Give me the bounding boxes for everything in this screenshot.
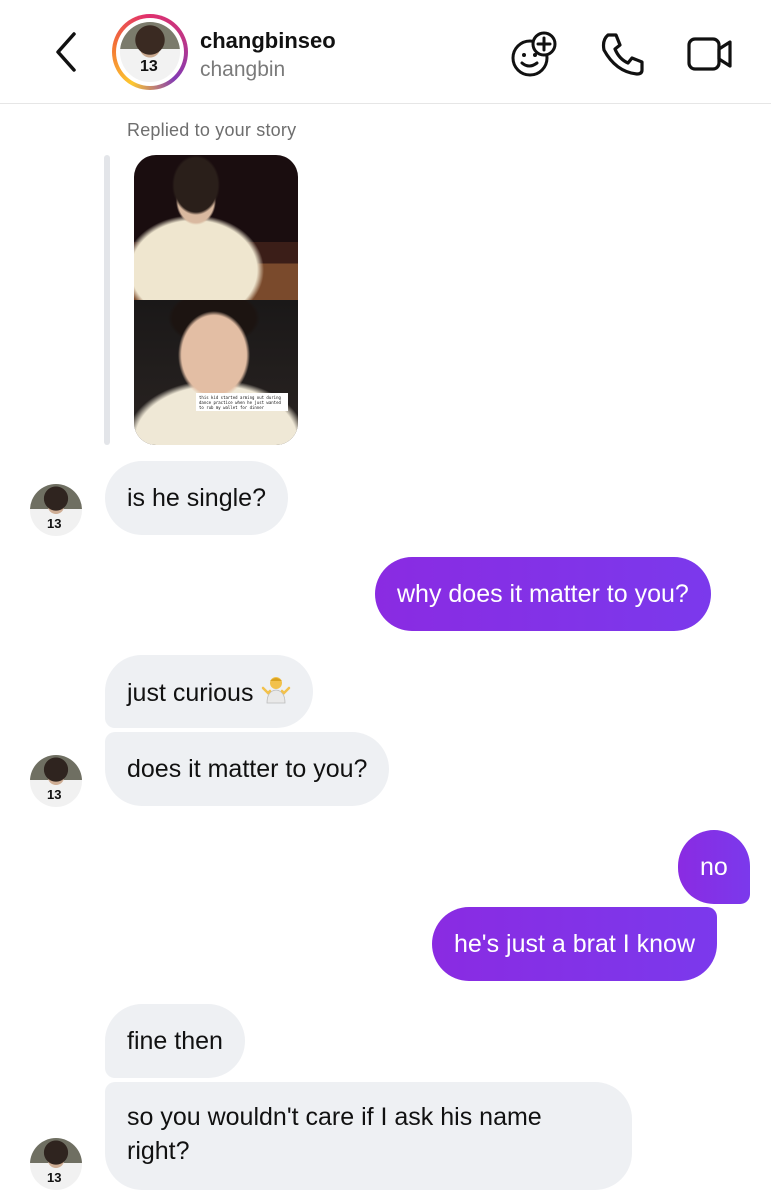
profile-avatar[interactable] bbox=[112, 14, 188, 90]
person-shrugging-emoji-icon bbox=[261, 675, 291, 705]
message-text-line: right? bbox=[127, 1137, 190, 1165]
audio-call-button[interactable] bbox=[596, 28, 648, 80]
message-text: why does it matter to you? bbox=[397, 580, 689, 608]
story-caption-text: this kid started arming out during dance… bbox=[196, 393, 288, 411]
chat-header: changbinseo changbin bbox=[0, 0, 771, 104]
message-text: is he single? bbox=[127, 484, 266, 512]
message-text: does it matter to you? bbox=[127, 755, 368, 783]
contact-display-name[interactable]: changbinseo bbox=[200, 28, 336, 54]
back-button[interactable] bbox=[48, 30, 88, 74]
contact-username[interactable]: changbin bbox=[200, 58, 285, 82]
sender-avatar[interactable] bbox=[30, 484, 82, 536]
story-photo-bottom bbox=[134, 300, 298, 445]
reply-quote-bar bbox=[104, 155, 110, 445]
message-bubble-incoming[interactable]: fine then bbox=[105, 1004, 245, 1078]
avatar-ring-gap bbox=[116, 18, 184, 86]
message-bubble-outgoing[interactable]: no bbox=[678, 830, 750, 904]
story-reply-label: Replied to your story bbox=[127, 120, 297, 140]
message-text: he's just a brat I know bbox=[454, 930, 696, 958]
story-thumbnail[interactable]: this kid started arming out during dance… bbox=[134, 155, 298, 445]
message-text: just curious bbox=[127, 679, 254, 707]
message-bubble-outgoing[interactable]: why does it matter to you? bbox=[375, 557, 711, 631]
video-camera-icon bbox=[687, 37, 732, 71]
avatar-photo bbox=[120, 22, 180, 82]
story-photo-top bbox=[134, 155, 298, 300]
video-call-button[interactable] bbox=[684, 28, 736, 80]
sticker-smiley-plus-icon bbox=[511, 31, 557, 77]
message-bubble-incoming[interactable]: does it matter to you? bbox=[105, 732, 390, 806]
message-bubble-incoming[interactable]: so you wouldn't care if I ask his name r… bbox=[105, 1082, 632, 1190]
effects-button[interactable] bbox=[508, 28, 560, 80]
sender-avatar[interactable] bbox=[30, 1138, 82, 1190]
sender-avatar[interactable] bbox=[30, 755, 82, 807]
message-text: no bbox=[700, 853, 728, 881]
message-text: fine then bbox=[127, 1027, 223, 1055]
message-bubble-outgoing[interactable]: he's just a brat I know bbox=[432, 907, 718, 981]
message-text-line: so you wouldn't care if I ask his name bbox=[127, 1103, 542, 1131]
phone-icon bbox=[601, 33, 644, 76]
message-bubble-incoming[interactable]: just curious bbox=[105, 655, 314, 728]
message-bubble-incoming[interactable]: is he single? bbox=[105, 461, 288, 535]
chevron-left-icon bbox=[56, 32, 76, 72]
